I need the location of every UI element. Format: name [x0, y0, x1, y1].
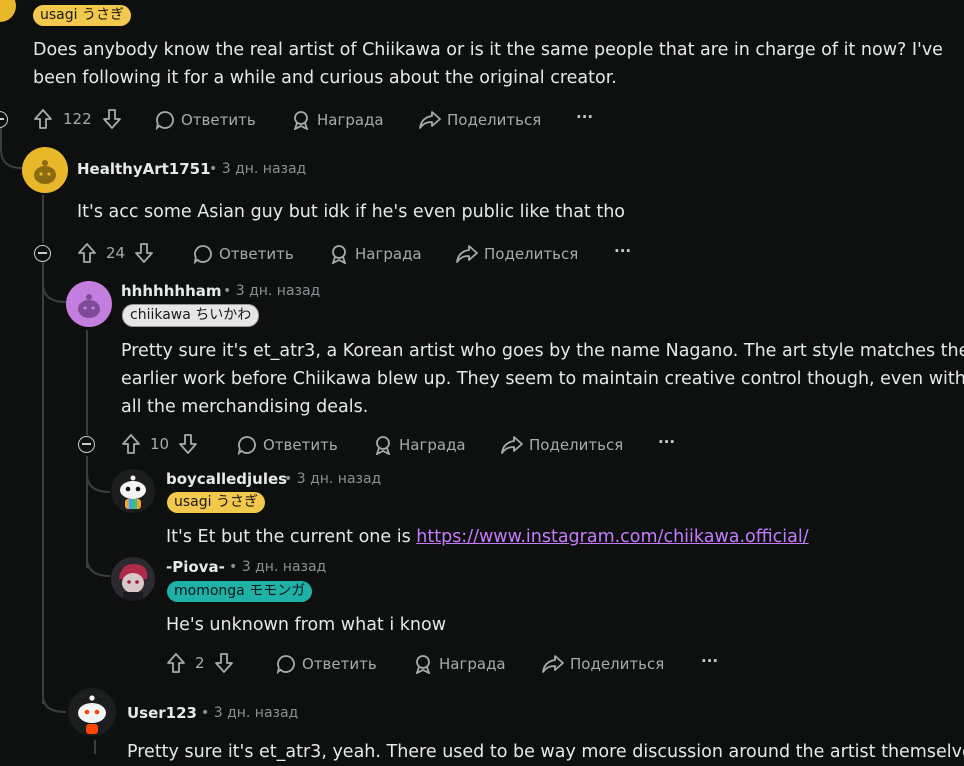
award-icon: [415, 655, 431, 674]
downvote-icon[interactable]: [178, 433, 198, 455]
comment-text: Pretty sure it's et_atr3, yeah. There us…: [127, 742, 964, 762]
award-icon: [331, 245, 347, 264]
avatar[interactable]: [66, 281, 112, 327]
timestamp[interactable]: • 3 дн. назад: [201, 705, 298, 721]
comment-icon: [155, 111, 174, 130]
reply-button[interactable]: Ответить: [193, 244, 294, 264]
user-flair: usagi うさぎ: [33, 5, 131, 26]
collapse-button[interactable]: [34, 245, 51, 262]
username[interactable]: HealthyArt1751: [77, 160, 211, 178]
avatar[interactable]: [22, 147, 68, 193]
vote-count: 2: [195, 654, 205, 672]
comment-icon: [237, 436, 256, 455]
thread-line: [42, 264, 44, 704]
avatar[interactable]: [111, 469, 155, 513]
reply-label: Ответить: [302, 655, 377, 673]
post-text-line: Does anybody know the real artist of Chi…: [33, 40, 943, 60]
collapse-button[interactable]: [78, 436, 95, 453]
award-icon: [293, 111, 309, 130]
comment-text-line: earlier work before Chiikawa blew up. Th…: [121, 369, 964, 389]
upvote-icon[interactable]: [166, 652, 186, 674]
award-label: Награда: [439, 655, 506, 673]
avatar[interactable]: [0, 0, 16, 22]
avatar[interactable]: [111, 557, 155, 601]
award-icon: [375, 436, 391, 455]
reply-button[interactable]: Ответить: [237, 435, 338, 455]
timestamp[interactable]: • 3 дн. назад: [223, 283, 320, 299]
share-label: Поделиться: [447, 111, 542, 129]
thread-line: [86, 330, 88, 435]
instagram-link[interactable]: https://www.instagram.com/chiikawa.offic…: [416, 527, 808, 547]
user-flair: chiikawa ちいかわ: [122, 304, 260, 327]
comment-icon: [193, 245, 212, 264]
share-label: Поделиться: [484, 245, 579, 263]
award-label: Награда: [317, 111, 384, 129]
username[interactable]: -Piova-: [166, 558, 225, 576]
share-button[interactable]: Поделиться: [456, 244, 578, 264]
more-icon: ···: [576, 108, 594, 126]
vote-control[interactable]: 10: [121, 433, 198, 455]
thread-line: [94, 740, 96, 754]
share-icon: [456, 245, 478, 263]
more-icon: ···: [614, 242, 632, 260]
vote-control[interactable]: 122: [33, 108, 122, 130]
downvote-icon[interactable]: [134, 242, 154, 264]
vote-control[interactable]: 24: [77, 242, 154, 264]
comment-icon: [276, 655, 295, 674]
comment-text: He's unknown from what i know: [166, 615, 447, 635]
reply-button[interactable]: Ответить: [155, 110, 256, 130]
award-button[interactable]: Награда: [291, 110, 384, 130]
comment-text-line: Pretty sure it's et_atr3, a Korean artis…: [121, 341, 964, 361]
downvote-icon[interactable]: [214, 652, 234, 674]
reply-button[interactable]: Ответить: [276, 654, 377, 674]
upvote-icon[interactable]: [77, 242, 97, 264]
reply-label: Ответить: [263, 436, 338, 454]
comment-text-line: all the merchandising deals.: [121, 397, 369, 417]
award-label: Награда: [355, 245, 422, 263]
collapse-button[interactable]: [0, 111, 8, 128]
vote-count: 24: [106, 244, 126, 262]
comment-text: It's Et but the current one is https://w…: [166, 523, 809, 551]
share-icon: [542, 655, 564, 673]
more-icon: ···: [658, 433, 676, 451]
reply-label: Ответить: [181, 111, 256, 129]
upvote-icon[interactable]: [121, 433, 141, 455]
award-button[interactable]: Награда: [373, 435, 466, 455]
more-options-button[interactable]: ···: [701, 652, 718, 670]
username[interactable]: hhhhhhham: [121, 282, 222, 300]
comment-text-prefix: It's Et but the current one is: [166, 527, 417, 547]
share-label: Поделиться: [529, 436, 624, 454]
username[interactable]: User123: [127, 704, 197, 722]
share-button[interactable]: Поделиться: [542, 654, 664, 674]
award-button[interactable]: Награда: [413, 654, 506, 674]
share-button[interactable]: Поделиться: [501, 435, 623, 455]
thread-line: [42, 195, 44, 243]
timestamp[interactable]: • 3 дн. назад: [209, 161, 306, 177]
post-text-line: been following it for a while and curiou…: [33, 68, 617, 88]
avatar[interactable]: [68, 688, 116, 736]
username[interactable]: boycalledjules: [166, 470, 287, 488]
more-icon: ···: [701, 652, 719, 670]
timestamp[interactable]: • 3 дн. назад: [229, 559, 326, 575]
vote-count: 10: [150, 435, 170, 453]
downvote-icon[interactable]: [102, 108, 122, 130]
vote-count: 122: [63, 110, 92, 128]
vote-control[interactable]: 2: [166, 652, 234, 674]
more-options-button[interactable]: ···: [658, 433, 675, 451]
upvote-icon[interactable]: [33, 108, 53, 130]
user-flair: usagi うさぎ: [167, 492, 265, 513]
share-icon: [419, 111, 441, 129]
user-flair: momonga モモンガ: [167, 581, 313, 602]
more-options-button[interactable]: ···: [576, 108, 593, 126]
reply-label: Ответить: [219, 245, 294, 263]
share-icon: [501, 436, 523, 454]
more-options-button[interactable]: ···: [614, 242, 631, 260]
share-label: Поделиться: [570, 655, 665, 673]
timestamp[interactable]: • 3 дн. назад: [284, 471, 381, 487]
award-button[interactable]: Награда: [329, 244, 422, 264]
comment-text: It's acc some Asian guy but idk if he's …: [77, 202, 626, 222]
share-button[interactable]: Поделиться: [419, 110, 541, 130]
award-label: Награда: [399, 436, 466, 454]
